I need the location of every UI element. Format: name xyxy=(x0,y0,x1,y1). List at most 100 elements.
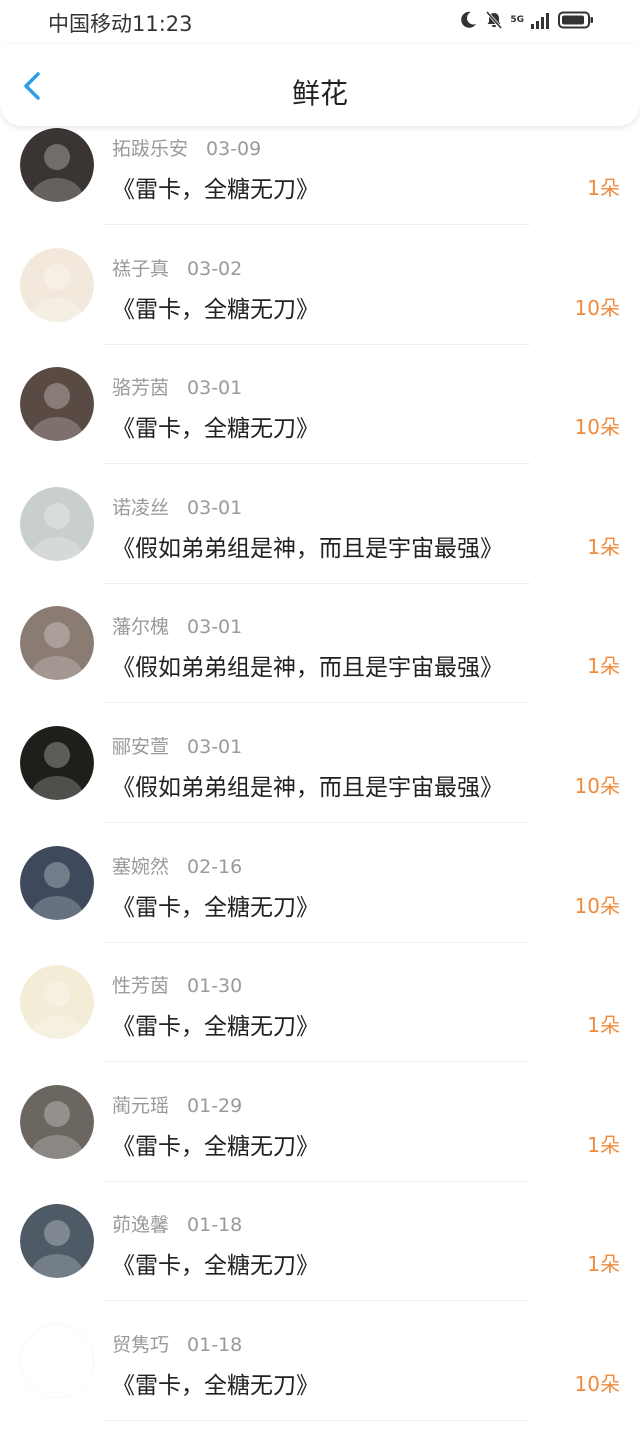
list-item[interactable]: 茆逸馨 01-18 《雷卡，全糖无刀》 1朵 xyxy=(0,1202,640,1322)
name-line: 塞婉然 02-16 xyxy=(112,852,242,879)
name-line: 拓跋乐安 03-09 xyxy=(112,134,261,161)
name-line: 性芳茵 01-30 xyxy=(112,971,242,998)
avatar[interactable] xyxy=(20,1084,94,1159)
avatar-image xyxy=(20,845,94,920)
list-item[interactable]: 藩尔槐 03-01 《假如弟弟组是神，而且是宇宙最强》 1朵 xyxy=(0,604,640,724)
network-label: 5G xyxy=(510,14,524,25)
avatar[interactable] xyxy=(20,486,94,561)
user-name: 骆芳茵 xyxy=(112,377,170,400)
page-title: 鲜花 xyxy=(291,77,348,110)
entry-date: 01-29 xyxy=(187,1094,243,1117)
divider xyxy=(104,1061,530,1063)
avatar-image xyxy=(20,486,94,561)
name-line: 骆芳茵 03-01 xyxy=(112,373,242,400)
work-title: 《雷卡，全糖无刀》 xyxy=(112,894,319,921)
list-item[interactable]: 郦安萱 03-01 《假如弟弟组是神，而且是宇宙最强》 10朵 xyxy=(0,724,640,844)
entry-date: 03-01 xyxy=(187,496,243,519)
user-name: 藩尔槐 xyxy=(112,616,170,639)
avatar-image xyxy=(20,247,94,322)
divider xyxy=(104,582,530,584)
entry-date: 03-02 xyxy=(187,257,243,280)
avatar[interactable] xyxy=(20,367,94,442)
work-title: 《雷卡，全糖无刀》 xyxy=(112,1133,319,1160)
avatar[interactable] xyxy=(20,1323,94,1398)
list-item[interactable]: 拓跋乐安 03-09 《雷卡，全糖无刀》 1朵 xyxy=(0,126,640,246)
work-title: 《假如弟弟组是神，而且是宇宙最强》 xyxy=(112,655,503,682)
user-name: 郦安萱 xyxy=(112,735,170,758)
list-item[interactable]: 骆芳茵 03-01 《雷卡，全糖无刀》 10朵 xyxy=(0,365,640,485)
user-name: 禚子真 xyxy=(112,257,170,280)
work-title: 《雷卡，全糖无刀》 xyxy=(112,416,319,443)
work-title: 《雷卡，全糖无刀》 xyxy=(112,177,319,203)
avatar-image xyxy=(20,725,94,800)
work-title: 《雷卡，全糖无刀》 xyxy=(112,1372,319,1399)
avatar-image xyxy=(20,1084,94,1159)
avatar[interactable] xyxy=(20,845,94,920)
avatar[interactable] xyxy=(20,247,94,322)
divider xyxy=(104,821,530,823)
divider xyxy=(104,941,530,943)
user-name: 塞婉然 xyxy=(112,855,170,878)
list-item[interactable]: 性芳茵 01-30 《雷卡，全糖无刀》 1朵 xyxy=(0,963,640,1083)
avatar[interactable] xyxy=(20,1204,94,1279)
avatar-image xyxy=(20,128,94,202)
moon-icon xyxy=(461,11,477,28)
divider xyxy=(104,1300,530,1302)
flower-count: 10朵 xyxy=(574,1371,620,1396)
avatar[interactable] xyxy=(20,965,94,1040)
list-item[interactable]: 禚子真 03-02 《雷卡，全糖无刀》 10朵 xyxy=(0,246,640,366)
flower-count: 10朵 xyxy=(574,773,620,798)
entry-date: 01-18 xyxy=(187,1214,243,1237)
flower-count: 1朵 xyxy=(587,1132,620,1157)
battery-icon xyxy=(558,11,593,29)
avatar-image xyxy=(20,606,94,681)
entry-date: 01-30 xyxy=(187,975,243,998)
user-name: 拓跋乐安 xyxy=(112,138,189,160)
entry-date: 01-18 xyxy=(187,1333,243,1356)
work-title: 《雷卡，全糖无刀》 xyxy=(112,1014,319,1041)
flower-count: 10朵 xyxy=(574,415,620,440)
list-item[interactable]: 诺凌丝 03-01 《假如弟弟组是神，而且是宇宙最强》 1朵 xyxy=(0,485,640,605)
avatar-image xyxy=(20,965,94,1040)
status-icons: 5G xyxy=(458,10,594,30)
name-line: 蔺元瑶 01-29 xyxy=(112,1091,242,1118)
user-name: 贸隽巧 xyxy=(112,1333,170,1356)
divider xyxy=(104,224,530,225)
avatar[interactable] xyxy=(20,606,94,681)
flower-count: 10朵 xyxy=(574,893,620,918)
signal-icon xyxy=(531,13,549,29)
flower-count: 10朵 xyxy=(574,295,620,320)
user-name: 蔺元瑶 xyxy=(112,1094,170,1117)
list-item[interactable]: 贸隽巧 01-18 《雷卡，全糖无刀》 10朵 xyxy=(0,1322,640,1442)
entry-date: 03-01 xyxy=(187,377,243,400)
work-title: 《雷卡，全糖无刀》 xyxy=(112,296,319,323)
divider xyxy=(104,1180,530,1182)
carrier-time: 中国移动11:23 xyxy=(48,12,193,36)
avatar[interactable] xyxy=(20,725,94,800)
flower-count: 1朵 xyxy=(587,1252,620,1277)
list-item[interactable]: 塞婉然 02-16 《雷卡，全糖无刀》 10朵 xyxy=(0,844,640,964)
flower-count: 1朵 xyxy=(587,534,620,559)
flower-list: 拓跋乐安 03-09 《雷卡，全糖无刀》 1朵 禚子真 03-02 《雷卡，全糖无刀》 10朵… xyxy=(0,126,640,1442)
work-title: 《雷卡，全糖无刀》 xyxy=(112,1253,319,1280)
flower-count: 1朵 xyxy=(587,176,620,200)
flower-count: 1朵 xyxy=(587,654,620,679)
entry-date: 03-09 xyxy=(206,138,262,160)
mute-bell-icon xyxy=(486,11,503,29)
work-title: 《假如弟弟组是神，而且是宇宙最强》 xyxy=(112,535,503,562)
avatar[interactable] xyxy=(20,128,94,202)
name-line: 禚子真 03-02 xyxy=(112,254,242,281)
divider xyxy=(104,702,530,704)
work-title: 《假如弟弟组是神，而且是宇宙最强》 xyxy=(112,774,503,801)
avatar-image xyxy=(20,367,94,442)
user-name: 茆逸馨 xyxy=(112,1214,170,1237)
user-name: 性芳茵 xyxy=(112,975,170,998)
entry-date: 03-01 xyxy=(187,735,243,758)
header: 鲜花 xyxy=(0,44,640,126)
divider xyxy=(104,463,530,465)
flower-count: 1朵 xyxy=(587,1013,620,1038)
list-item[interactable]: 蔺元瑶 01-29 《雷卡，全糖无刀》 1朵 xyxy=(0,1083,640,1203)
entry-date: 03-01 xyxy=(187,616,243,639)
avatar-image xyxy=(20,1323,94,1398)
entry-date: 02-16 xyxy=(187,855,243,878)
